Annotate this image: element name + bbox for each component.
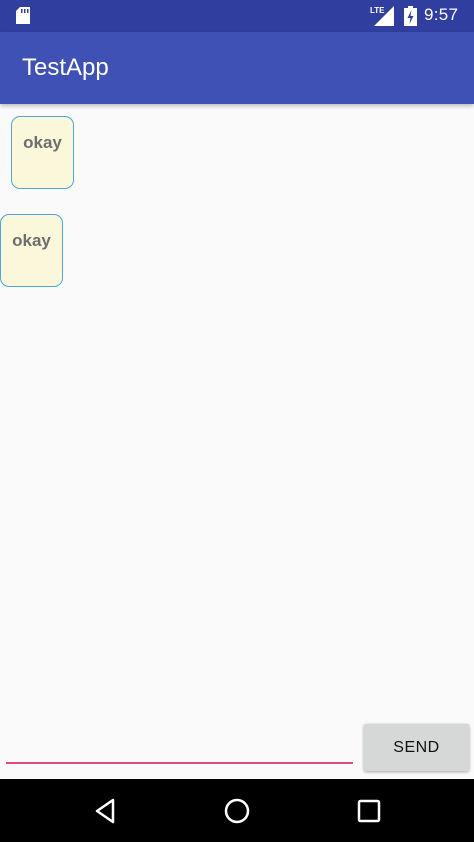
message-bubble[interactable]: okay <box>11 116 74 189</box>
lte-signal-icon: LTE <box>370 6 394 26</box>
message-text: okay <box>23 133 62 152</box>
sd-card-icon <box>16 7 30 24</box>
battery-charging-icon <box>404 6 417 26</box>
home-icon[interactable] <box>221 795 253 827</box>
send-button[interactable]: SEND <box>364 724 469 771</box>
app-bar: TestApp <box>0 32 474 104</box>
message-text: okay <box>12 231 51 250</box>
app-title: TestApp <box>22 54 109 81</box>
status-bar: LTE 9:57 <box>0 0 474 32</box>
message-bubble[interactable]: okay <box>0 214 63 287</box>
clock: 9:57 <box>424 5 459 24</box>
message-input[interactable] <box>6 720 353 764</box>
navigation-bar <box>0 779 474 842</box>
network-label: LTE <box>370 6 385 15</box>
back-icon[interactable] <box>89 795 121 827</box>
recents-icon[interactable] <box>353 795 385 827</box>
